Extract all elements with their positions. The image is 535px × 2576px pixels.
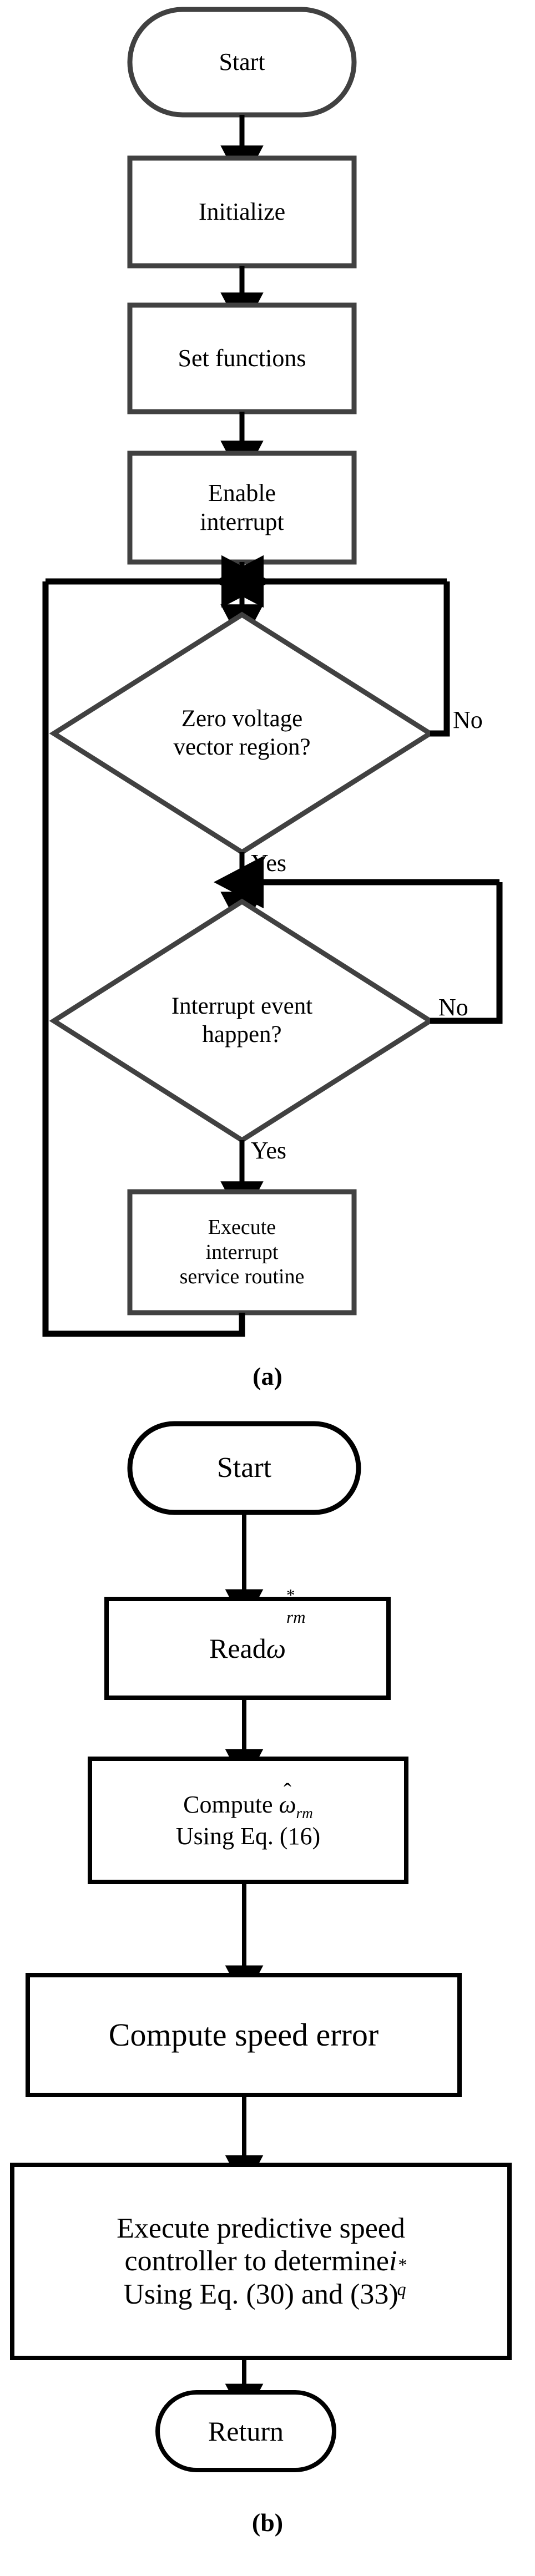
omega-superscript-star: *	[286, 1585, 295, 1605]
compute-est-line2: Using Eq. (16)	[175, 1822, 321, 1850]
predictive-line3: Using Eq. (30) and (33)	[123, 2278, 398, 2310]
omega-symbol: ω	[266, 1632, 286, 1664]
predictive-line2-prefix: controller to determine	[124, 2245, 390, 2278]
predictive-line1: Execute predictive speed	[117, 2213, 405, 2245]
iq-superscript-star: *	[398, 2255, 407, 2275]
label-decision-zero-voltage: Zero voltage vector region?	[173, 706, 311, 760]
iq-subscript-q: q	[397, 2279, 406, 2300]
edge-label-interrupt-event-no: No	[438, 994, 468, 1021]
edge-label-zero-voltage-yes: Yes	[251, 849, 287, 877]
caption-panel-a: (a)	[253, 1362, 282, 1390]
label-decision-interrupt-event: Interrupt event happen?	[171, 993, 313, 1047]
edge-label-zero-voltage-no: No	[453, 706, 483, 733]
label-read-speed-ref: Read ω * rm	[107, 1585, 388, 1698]
label-return: Return	[208, 2415, 284, 2447]
edge-label-interrupt-event-yes: Yes	[251, 1137, 287, 1164]
caption-panel-b: (b)	[251, 2508, 284, 2537]
flowchart-figure: Start Initialize Set functions Enable in…	[0, 0, 535, 2576]
path-zero-voltage-no	[430, 581, 450, 737]
omega-hat-accent: ˆ	[284, 1779, 291, 1805]
label-execute-predictive: Execute predictive speed controller to d…	[12, 2165, 509, 2358]
iq-symbol: i	[389, 2245, 397, 2278]
label-compute-speed-error: Compute speed error	[108, 2016, 379, 2053]
label-execute-isr: Execute interrupt service routine	[179, 1215, 305, 1289]
label-start-a: Start	[219, 48, 265, 76]
omega-est-subscript-rm: rm	[296, 1804, 313, 1821]
read-prefix: Read	[209, 1632, 266, 1664]
compute-prefix: Compute	[183, 1790, 279, 1818]
compute-est-line1: Compute ˆ ωrm	[183, 1779, 313, 1822]
label-enable-interrupt: Enable interrupt	[200, 479, 284, 535]
label-compute-speed-est: Compute ˆ ωrm Using Eq. (16)	[90, 1759, 406, 1882]
omega-subscript-rm: rm	[286, 1607, 306, 1627]
label-start-b: Start	[216, 1452, 272, 1484]
predictive-line2: controller to determinei * q	[124, 2245, 407, 2299]
label-set-functions: Set functions	[178, 345, 306, 372]
label-initialize: Initialize	[198, 198, 286, 226]
